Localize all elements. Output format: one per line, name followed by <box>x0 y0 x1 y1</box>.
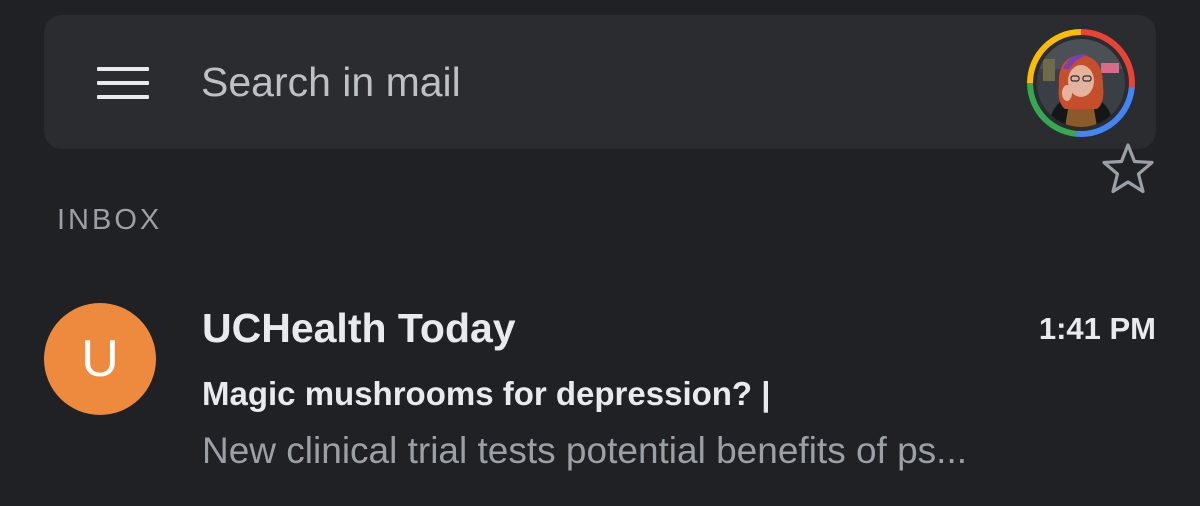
email-subject: Magic mushrooms for depression? | <box>202 375 771 412</box>
email-time: 1:41 PM <box>1038 311 1156 346</box>
inbox-section-label: INBOX <box>57 204 163 236</box>
account-avatar-button[interactable] <box>1027 29 1135 137</box>
menu-icon[interactable] <box>97 67 149 99</box>
search-input[interactable] <box>201 52 961 112</box>
email-row[interactable]: U UCHealth Today 1:41 PM Magic mushrooms… <box>0 280 1200 506</box>
sender-avatar: U <box>44 303 156 415</box>
star-outline-icon[interactable] <box>1098 140 1158 200</box>
account-avatar-photo <box>1037 39 1125 127</box>
email-snippet: New clinical trial tests potential benef… <box>202 430 968 471</box>
email-sender: UCHealth Today <box>202 305 516 351</box>
